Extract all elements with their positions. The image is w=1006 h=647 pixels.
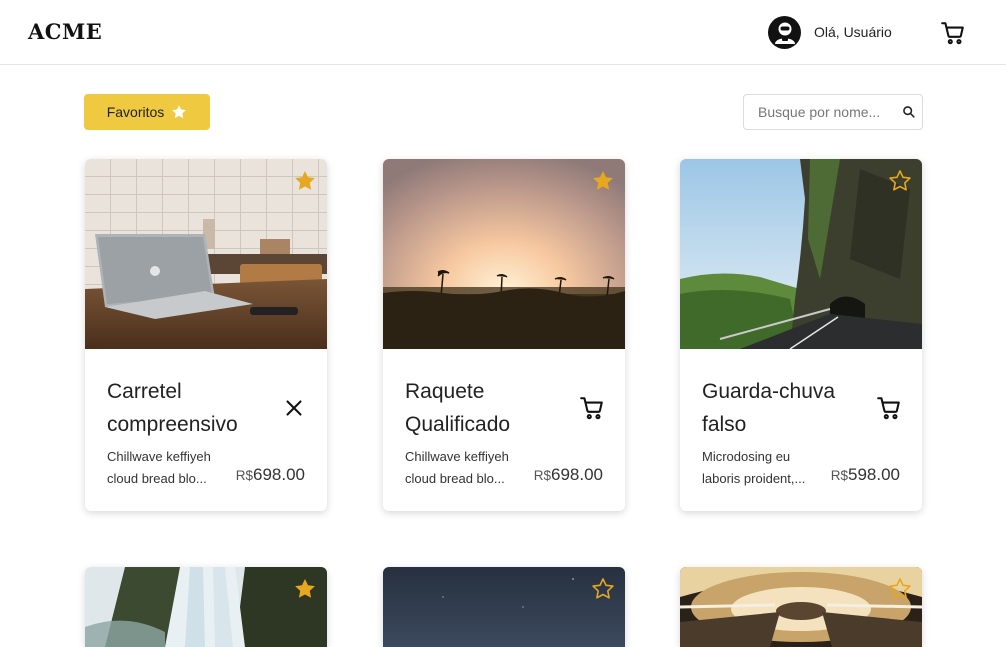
search-icon[interactable] xyxy=(902,105,916,119)
product-image-road xyxy=(680,159,922,349)
product-title: Carretel compreensivo xyxy=(107,380,238,436)
product-image-waterfall xyxy=(85,567,327,647)
cart-icon[interactable] xyxy=(940,20,966,46)
search-box xyxy=(743,94,923,130)
add-to-cart-icon[interactable] xyxy=(876,395,902,421)
product-title: Raquete Qualificado xyxy=(405,380,511,436)
favorite-star-icon[interactable] xyxy=(888,577,912,601)
favorite-star-icon[interactable] xyxy=(293,169,317,193)
product-card[interactable]: Carretel compreensivo Chillwave keffiyeh… xyxy=(85,159,327,511)
favorite-star-icon[interactable] xyxy=(888,169,912,193)
favorite-star-icon[interactable] xyxy=(591,169,615,193)
search-input[interactable] xyxy=(744,95,894,129)
user-avatar-icon[interactable] xyxy=(768,16,801,49)
favorites-label: Favoritos xyxy=(106,104,165,120)
add-to-cart-icon[interactable] xyxy=(579,395,605,421)
product-card[interactable]: Raquete Qualificado Chillwave keffiyeh c… xyxy=(383,159,625,511)
product-title: Guarda-chuva falso xyxy=(702,380,836,436)
product-image-tunnel xyxy=(680,567,922,647)
product-image-night-sky xyxy=(383,567,625,647)
top-navbar: ACME Olá, Usuário xyxy=(0,0,1006,65)
user-greeting[interactable]: Olá, Usuário xyxy=(814,24,892,40)
product-price: R$698.00 xyxy=(235,465,305,484)
product-card[interactable]: Guarda-chuva falso Microdosing eu labori… xyxy=(680,159,922,511)
product-price: R$698.00 xyxy=(533,465,603,484)
product-card[interactable] xyxy=(383,567,625,647)
product-price: R$598.00 xyxy=(830,465,900,484)
favorites-filter-button[interactable]: Favoritos xyxy=(84,94,210,130)
close-icon[interactable] xyxy=(281,395,307,421)
product-card[interactable] xyxy=(85,567,327,647)
product-description: Chillwave keffiyeh cloud bread blo... xyxy=(107,449,211,486)
product-description: Chillwave keffiyeh cloud bread blo... xyxy=(405,449,509,486)
logo[interactable]: ACME xyxy=(28,19,102,44)
product-description: Microdosing eu laboris proident,... xyxy=(702,449,806,486)
product-image-sunset xyxy=(383,159,625,349)
product-card[interactable] xyxy=(680,567,922,647)
star-icon xyxy=(172,105,187,119)
favorite-star-icon[interactable] xyxy=(591,577,615,601)
favorite-star-icon[interactable] xyxy=(293,577,317,601)
product-image-laptop xyxy=(85,159,327,349)
